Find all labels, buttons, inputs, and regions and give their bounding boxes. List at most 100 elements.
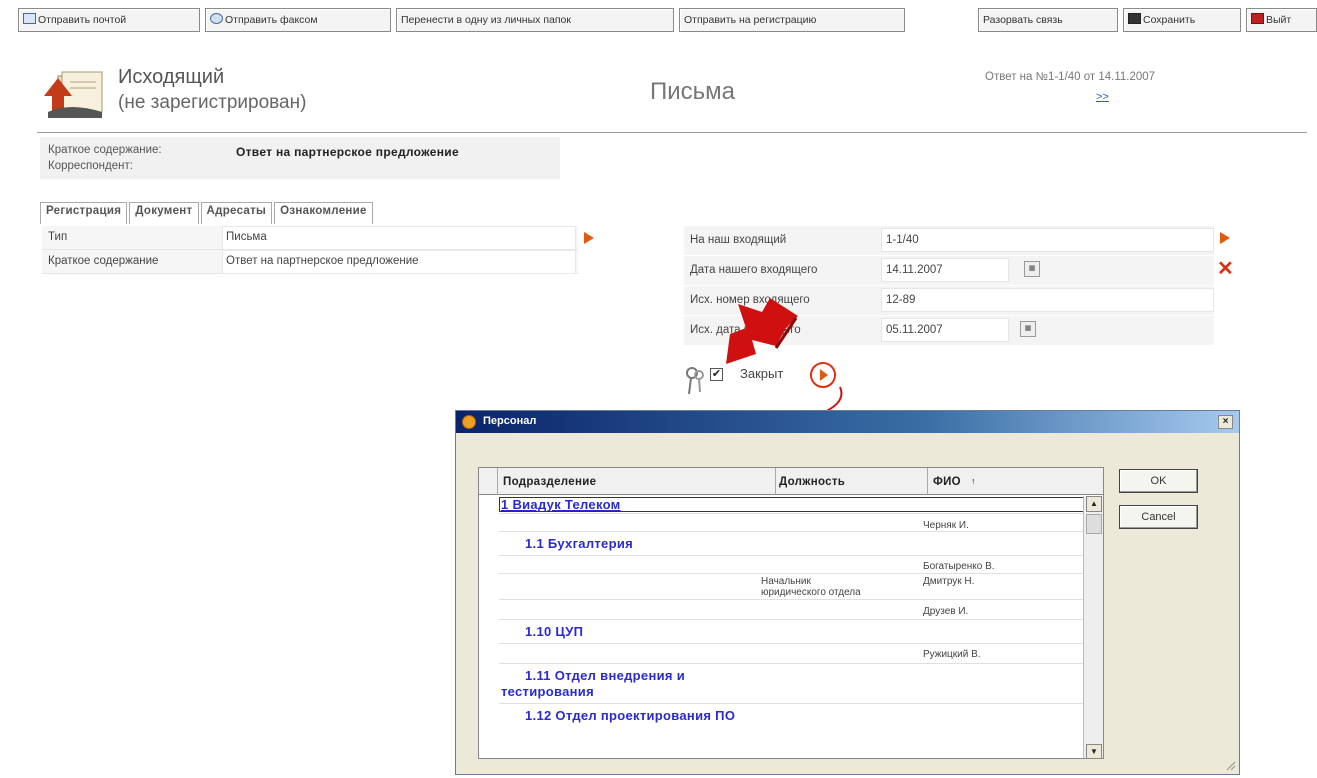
cancel-button[interactable]: Cancel [1119,505,1198,529]
table-row[interactable]: 1.1 Бухгалтерия [499,532,1085,556]
field-brief: Краткое содержание Ответ на партнерское … [42,250,578,274]
send-mail-button[interactable]: Отправить почтой [18,8,200,32]
send-fax-button[interactable]: Отправить факсом [205,8,391,32]
dialog-app-icon [462,415,476,429]
our-incoming-value[interactable]: 1-1/40 [881,228,1214,252]
break-link-button[interactable]: Разорвать связь [978,8,1118,32]
grid-separator [775,468,776,495]
column-department[interactable]: Подразделение [503,476,596,488]
table-row[interactable]: 1.10 ЦУП [499,620,1085,644]
dialog-title-bar[interactable]: Персонал × [456,411,1239,433]
personnel-grid: Подразделение Должность ФИО ↑ 1 Виадук Т… [478,467,1104,759]
summary-panel: Краткое содержание: Ответ на партнерское… [40,137,560,179]
tab-bar: Регистрация Документ Адресаты Ознакомлен… [40,202,375,224]
brief-field-label: Краткое содержание [48,255,159,267]
move-to-folder-button[interactable]: Перенести в одну из личных папок [396,8,674,32]
fax-icon [210,13,223,24]
header-divider [37,132,1307,133]
department-cell: 1.11 Отдел внедрения и тестирования [501,668,685,699]
type-select-arrow-icon[interactable] [584,232,594,244]
save-icon [1128,13,1141,24]
department-cell: 1.12 Отдел проектирования ПО [525,708,736,723]
exit-label: Выйт [1266,14,1292,26]
document-title: Исходящий [118,66,225,88]
scroll-thumb[interactable] [1086,514,1102,534]
table-row[interactable]: 1.11 Отдел внедрения и тестирования [499,664,1085,704]
tab-registration[interactable]: Регистрация [40,202,128,224]
annotation-arrow-icon [726,298,798,364]
our-incoming-label: На наш входящий [690,234,787,246]
type-value[interactable]: Письма [222,226,576,250]
our-incoming-date-value[interactable]: 14.11.2007 [881,258,1009,282]
document-status: (не зарегистрирован) [118,92,307,113]
scroll-down-icon[interactable]: ▼ [1086,744,1102,758]
brief-field-value[interactable]: Ответ на партнерское предложение [222,250,576,274]
send-mail-label: Отправить почтой [38,14,127,26]
name-cell: Черняк И. [923,520,969,531]
column-name[interactable]: ФИО [933,476,961,488]
department-cell: 1 Виадук Телеком [501,497,621,512]
tab-acquaintance[interactable]: Ознакомление [274,202,373,224]
grid-separator [927,468,928,495]
send-to-registration-label: Отправить на регистрацию [684,14,817,26]
registration-fields-left: Тип Письма Краткое содержание Ответ на п… [42,226,578,274]
table-row[interactable]: Друзев И. [499,600,1085,620]
reply-reference-link[interactable]: >> [1096,91,1109,103]
mail-icon [23,13,36,24]
personnel-dialog: Персонал × Подразделение Должность ФИО ↑… [455,410,1240,775]
type-label: Тип [48,231,68,243]
incoming-select-arrow-icon[interactable] [1220,232,1230,244]
grid-separator [497,468,498,495]
grid-header: Подразделение Должность ФИО ↑ [479,468,1103,495]
exit-button[interactable]: Выйт [1246,8,1317,32]
calendar-icon[interactable]: ▦ [1020,321,1036,337]
field-type: Тип Письма [42,226,578,250]
name-cell: Богатыренко В. [923,561,995,572]
field-our-incoming: На наш входящий 1-1/40 [684,226,1214,256]
tab-document[interactable]: Документ [129,202,199,224]
correspondent-label: Корреспондент: [48,160,133,172]
name-cell: Ружицкий В. [923,649,981,660]
grid-body: 1 Виадук Телеком Черняк И. 1.1 Бухгалтер… [479,496,1085,758]
department-cell: 1.1 Бухгалтерия [525,536,633,551]
name-cell: Друзев И. [923,606,969,617]
brief-value: Ответ на партнерское предложение [236,145,459,159]
keys-icon [686,367,704,395]
toolbar: Отправить почтой Отправить факсом Перене… [0,0,1317,40]
send-fax-label: Отправить факсом [225,14,318,26]
reply-reference: Ответ на №1-1/40 от 14.11.2007 [985,71,1156,83]
name-cell: Дмитрук Н. [923,576,975,587]
grid-scrollbar[interactable]: ▲ ▼ [1083,496,1103,758]
document-icon [44,71,103,118]
table-row[interactable]: Начальник юридического отдела Дмитрук Н. [499,574,1085,600]
department-cell: 1.10 ЦУП [525,624,584,639]
save-button[interactable]: Сохранить [1123,8,1241,32]
break-link-label: Разорвать связь [983,14,1063,26]
dialog-close-button[interactable]: × [1218,415,1233,429]
table-row[interactable]: Черняк И. [499,514,1085,532]
tab-recipients[interactable]: Адресаты [200,202,273,224]
out-number-value[interactable]: 12-89 [881,288,1214,312]
document-type-title: Письма [650,78,736,105]
resize-grip-icon[interactable] [1224,759,1236,771]
table-row[interactable]: 1.12 Отдел проектирования ПО [499,704,1085,758]
move-to-folder-label: Перенести в одну из личных папок [401,14,571,26]
send-to-registration-button[interactable]: Отправить на регистрацию [679,8,905,32]
delete-x-icon[interactable]: ✕ [1217,259,1234,279]
calendar-icon[interactable]: ▦ [1024,261,1040,277]
sort-icon: ↑ [971,476,976,486]
ok-button[interactable]: OK [1119,469,1198,493]
field-our-incoming-date: Дата нашего входящего 14.11.2007 ▦ [684,256,1214,286]
out-date-value[interactable]: 05.11.2007 [881,318,1009,342]
our-incoming-date-label: Дата нашего входящего [690,264,818,276]
dialog-title: Персонал [483,415,537,427]
column-position[interactable]: Должность [779,476,845,488]
table-row[interactable]: Ружицкий В. [499,644,1085,664]
scroll-up-icon[interactable]: ▲ [1086,496,1102,512]
table-row[interactable]: 1 Виадук Телеком [499,496,1085,514]
table-row[interactable]: Богатыренко В. [499,556,1085,574]
brief-label: Краткое содержание: [48,144,162,156]
exit-icon [1251,13,1264,24]
save-label: Сохранить [1143,14,1196,26]
position-cell: Начальник юридического отдела [761,576,861,598]
